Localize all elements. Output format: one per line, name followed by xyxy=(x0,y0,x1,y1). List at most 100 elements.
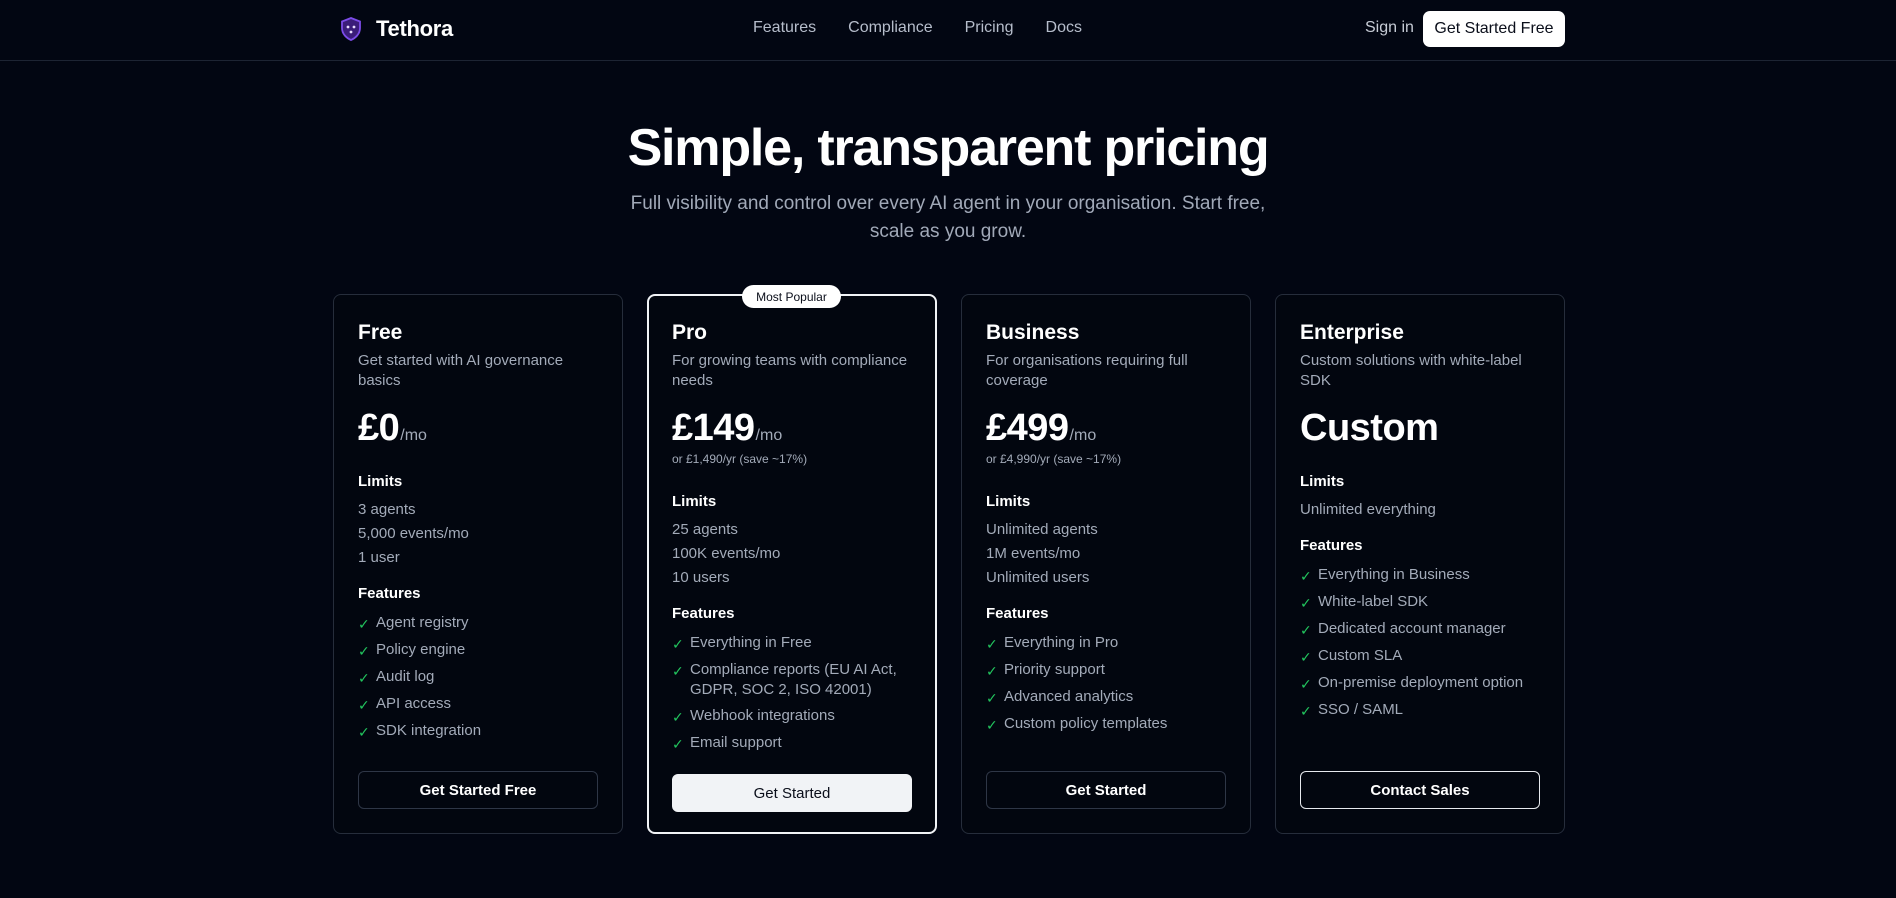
check-icon: ✓ xyxy=(986,636,998,652)
plan-price: Custom xyxy=(1300,407,1439,450)
top-nav: Tethora Features Compliance Pricing Docs… xyxy=(0,0,1896,61)
check-icon: ✓ xyxy=(1300,595,1312,611)
plan-description: Get started with AI governance basics xyxy=(358,352,564,389)
list-item: 25 agents xyxy=(672,521,738,538)
plan-name: Free xyxy=(358,321,403,344)
price-amount: Custom xyxy=(1300,407,1439,449)
shield-icon xyxy=(341,17,361,41)
price-unit: /mo xyxy=(755,427,783,444)
brand-name: Tethora xyxy=(376,16,453,41)
feature-label: Compliance reports (EU AI Act, GDPR, SOC… xyxy=(690,661,897,698)
list-item: ✓ Email support xyxy=(672,733,908,754)
check-icon: ✓ xyxy=(672,663,684,679)
feature-label: API access xyxy=(376,695,452,712)
feature-label: Custom policy templates xyxy=(1004,715,1168,732)
list-item: 1M events/mo xyxy=(986,545,1081,562)
feature-label: Agent registry xyxy=(376,614,469,631)
most-popular-badge: Most Popular xyxy=(742,285,841,308)
list-item: 1 user xyxy=(358,549,400,566)
plan-card-free: Free Get started with AI governance basi… xyxy=(333,294,623,834)
feature-label: SSO / SAML xyxy=(1318,701,1404,718)
get-started-free-button[interactable]: Get Started Free xyxy=(1423,11,1565,47)
features-list: ✓ Everything in Free ✓ Compliance reports … xyxy=(672,633,908,760)
contact-sales-button[interactable]: Contact Sales xyxy=(1300,771,1540,809)
page-subtitle: Full visibility and control over every A… xyxy=(630,193,1266,242)
plan-price: £0 /mo xyxy=(358,407,427,450)
limits-list: Unlimited everything xyxy=(1300,498,1436,522)
check-icon: ✓ xyxy=(358,670,370,686)
list-item: ✓ Custom policy templates xyxy=(986,714,1236,735)
plan-name: Pro xyxy=(672,321,708,344)
limits-heading: Limits xyxy=(358,473,403,490)
list-item: ✓ White-label SDK xyxy=(1300,592,1550,613)
list-item: ✓ Compliance reports (EU AI Act, GDPR, SO… xyxy=(672,660,908,700)
annual-price: or £4,990/yr (save ~17%) xyxy=(986,452,1122,466)
plan-description: Custom solutions with white-label SDK xyxy=(1300,352,1522,389)
list-item: ✓ SSO / SAML xyxy=(1300,700,1550,721)
list-item: ✓ Everything in Free xyxy=(672,633,908,654)
nav-link-features[interactable]: Features xyxy=(753,19,816,37)
feature-label: Dedicated account manager xyxy=(1318,620,1506,637)
feature-label: Everything in Free xyxy=(690,634,812,651)
feature-label: Everything in Pro xyxy=(1004,634,1119,651)
feature-label: Custom SLA xyxy=(1318,647,1403,664)
feature-label: Everything in Business xyxy=(1318,566,1470,583)
nav-link-docs[interactable]: Docs xyxy=(1046,19,1082,37)
check-icon: ✓ xyxy=(1300,622,1312,638)
nav-link-compliance[interactable]: Compliance xyxy=(848,19,932,37)
features-heading: Features xyxy=(986,605,1049,622)
list-item: ✓ Everything in Business xyxy=(1300,565,1550,586)
list-item: 100K events/mo xyxy=(672,545,781,562)
plan-name: Enterprise xyxy=(1300,321,1404,344)
nav-link-pricing[interactable]: Pricing xyxy=(965,19,1014,37)
feature-label: Priority support xyxy=(1004,661,1105,678)
list-item: ✓ Webhook integrations xyxy=(672,706,908,727)
sign-in-link[interactable]: Sign in xyxy=(1365,19,1414,37)
features-heading: Features xyxy=(358,585,421,602)
check-icon: ✓ xyxy=(358,616,370,632)
plan-card-enterprise: Enterprise Custom solutions with white-l… xyxy=(1275,294,1565,834)
list-item: 5,000 events/mo xyxy=(358,525,469,542)
check-icon: ✓ xyxy=(986,663,998,679)
list-item: ✓ Audit log xyxy=(358,667,608,688)
check-icon: ✓ xyxy=(672,736,684,752)
page-title: Simple, transparent pricing xyxy=(627,119,1270,177)
list-item: ✓ Agent registry xyxy=(358,613,608,634)
get-started-business-button[interactable]: Get Started xyxy=(986,771,1226,809)
get-started-pro-button[interactable]: Get Started xyxy=(672,774,912,812)
price-unit: /mo xyxy=(1069,427,1097,444)
price-unit: /mo xyxy=(400,427,427,444)
list-item: ✓ On-premise deployment option xyxy=(1300,673,1550,694)
check-icon: ✓ xyxy=(1300,649,1312,665)
list-item: Unlimited everything xyxy=(1300,501,1436,518)
feature-label: On-premise deployment option xyxy=(1318,674,1524,691)
limits-list: 25 agents 100K events/mo 10 users xyxy=(672,518,780,590)
features-list: ✓ Everything in Business ✓ White-label SDK… xyxy=(1300,565,1550,727)
list-item: Unlimited users xyxy=(986,569,1090,586)
features-heading: Features xyxy=(672,605,735,622)
feature-label: White-label SDK xyxy=(1318,593,1429,610)
check-icon: ✓ xyxy=(986,690,998,706)
check-icon: ✓ xyxy=(358,697,370,713)
annual-price: or £1,490/yr (save ~17%) xyxy=(672,452,808,466)
list-item: ✓ Dedicated account manager xyxy=(1300,619,1550,640)
features-list: ✓ Everything in Pro ✓ Priority support ✓ Ad… xyxy=(986,633,1236,741)
list-item: ✓ Priority support xyxy=(986,660,1236,681)
limits-list: Unlimited agents 1M events/mo Unlimited … xyxy=(986,518,1098,590)
feature-label: Audit log xyxy=(376,668,435,685)
feature-label: Policy engine xyxy=(376,641,466,658)
feature-label: SDK integration xyxy=(376,722,482,739)
limits-heading: Limits xyxy=(672,493,717,510)
plan-card-business: Business For organisations requiring ful… xyxy=(961,294,1251,834)
check-icon: ✓ xyxy=(1300,703,1312,719)
plan-price: £499 /mo xyxy=(986,407,1096,450)
brand-logo[interactable]: Tethora xyxy=(338,14,453,44)
limits-heading: Limits xyxy=(1300,473,1345,490)
check-icon: ✓ xyxy=(672,709,684,725)
plan-name: Business xyxy=(986,321,1080,344)
nav-links: Features Compliance Pricing Docs xyxy=(753,19,1082,37)
get-started-free-card-button[interactable]: Get Started Free xyxy=(358,771,598,809)
price-amount: £0 xyxy=(358,407,400,449)
limits-heading: Limits xyxy=(986,493,1031,510)
check-icon: ✓ xyxy=(672,636,684,652)
